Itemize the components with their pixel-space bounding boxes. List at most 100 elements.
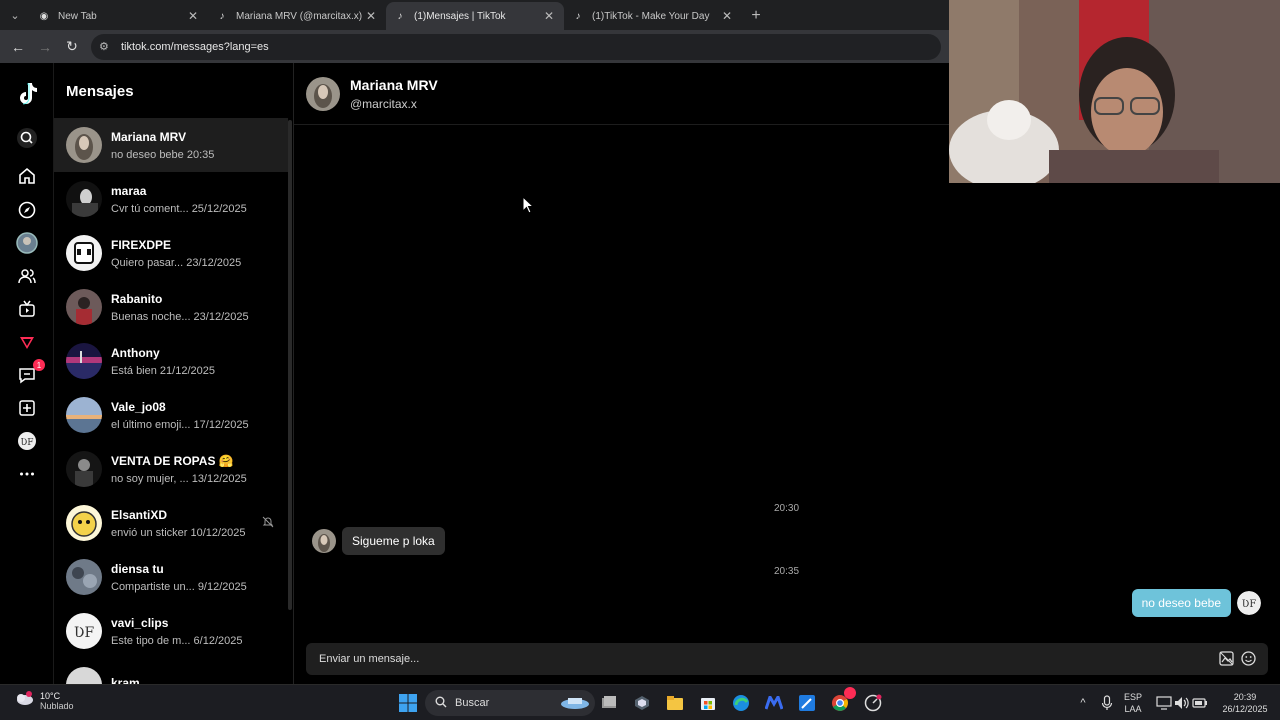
microphone-icon[interactable]: [1097, 693, 1117, 713]
avatar: ƲF: [1237, 591, 1261, 615]
explore-compass-icon[interactable]: [15, 198, 39, 222]
url-omnibox[interactable]: ⚙ tiktok.com/messages?lang=es: [91, 33, 941, 60]
chat-header-avatar[interactable]: [306, 76, 340, 111]
conversation-item-mariana[interactable]: Mariana MRV no deseo bebe 20:35: [54, 118, 288, 172]
profile-small-avatar-icon[interactable]: ƲF: [15, 429, 39, 453]
tab-title: New Tab: [58, 10, 97, 22]
profile-avatar-icon[interactable]: [15, 231, 39, 255]
live-tv-icon[interactable]: [15, 297, 39, 321]
app-hexagon-icon[interactable]: [632, 693, 652, 713]
messages-icon[interactable]: 1: [15, 359, 45, 387]
windows-start-icon[interactable]: [398, 693, 418, 713]
message-bubble[interactable]: Sigueme p loka: [342, 527, 445, 555]
tab-search-chevron-icon[interactable]: ⌄: [0, 0, 30, 30]
site-info-icon[interactable]: ⚙: [99, 40, 113, 53]
conversation-item-vale[interactable]: Vale_jo08el último emoji... 17/12/2025: [54, 388, 288, 442]
message-bubble[interactable]: no deseo bebe: [1131, 589, 1231, 617]
home-icon[interactable]: [15, 164, 39, 188]
more-dots-icon[interactable]: [15, 462, 39, 486]
tiktok-icon: ♪: [219, 10, 225, 22]
svg-text:ƲF: ƲF: [74, 625, 95, 641]
conversation-item-firexdpe[interactable]: FIREXDPE Quiero pasar... 23/12/2025: [54, 226, 288, 280]
conversation-item-elsantixd[interactable]: ElsantiXD envió un sticker 10/12/2025: [54, 496, 288, 550]
microsoft-store-icon[interactable]: [698, 693, 718, 713]
conversation-list-scrollbar[interactable]: [288, 120, 292, 610]
close-icon[interactable]: ✕: [364, 9, 378, 23]
tab-title: (1)TikTok - Make Your Day: [592, 10, 710, 22]
close-icon[interactable]: ✕: [542, 9, 556, 23]
keyboard-layout: LAA: [1124, 704, 1142, 714]
edge-browser-icon[interactable]: [731, 693, 751, 713]
svg-text:ƲF: ƲF: [1242, 599, 1257, 610]
reload-icon[interactable]: ↻: [60, 35, 84, 59]
file-explorer-icon[interactable]: [665, 693, 685, 713]
conversation-preview: el último emoji... 17/12/2025: [111, 418, 249, 431]
task-view-icon[interactable]: [599, 693, 619, 713]
conversation-item-anthony[interactable]: Anthony Está bien 21/12/2025: [54, 334, 288, 388]
tab-mensajes[interactable]: ♪ (1)Mensajes | TikTok ✕: [386, 2, 564, 30]
input-language-indicator[interactable]: ESP LAA: [1124, 691, 1142, 715]
svg-text:ƲF: ƲF: [20, 438, 33, 448]
weather-condition: Nublado: [40, 700, 74, 711]
image-attach-icon[interactable]: [1219, 651, 1234, 669]
chrome-taskbar-icon[interactable]: [830, 687, 856, 713]
avatar: [66, 667, 102, 684]
message-composer[interactable]: Enviar un mensaje...: [306, 643, 1268, 675]
conversation-name: kram: [111, 675, 140, 685]
conversation-name: VENTA DE ROPAS 🤗: [111, 453, 234, 468]
conversation-item-maraa[interactable]: maraa Cvr tú coment... 25/12/2025: [54, 172, 288, 226]
upload-plus-icon[interactable]: [15, 396, 39, 420]
search-icon[interactable]: [15, 126, 39, 150]
close-icon[interactable]: ✕: [720, 9, 734, 23]
tab-tiktok-home[interactable]: ♪ (1)TikTok - Make Your Day ✕: [564, 2, 742, 30]
battery-icon[interactable]: [1190, 693, 1210, 713]
tiktok-logo-icon[interactable]: [15, 81, 39, 105]
avatar: [66, 289, 102, 325]
avatar: [66, 559, 102, 595]
back-arrow-icon[interactable]: ←: [6, 35, 30, 59]
conversation-preview: Este tipo de m... 6/12/2025: [111, 634, 243, 647]
clock-time: 20:39: [1233, 692, 1257, 702]
emoji-icon[interactable]: [1241, 651, 1256, 669]
conversation-item-kram[interactable]: kram: [54, 658, 288, 684]
conversation-preview: Está bien 21/12/2025: [111, 364, 215, 377]
chat-contact-handle: @marcitax.x: [350, 96, 417, 111]
windows-taskbar: 10°C Nublado Buscar ^ ESP LAA 20:39 26/1…: [0, 684, 1280, 720]
search-icon: [435, 696, 447, 711]
conversation-preview: Compartiste un... 9/12/2025: [111, 580, 247, 593]
tray-chevron-up-icon[interactable]: ^: [1073, 693, 1093, 713]
chat-contact-name[interactable]: Mariana MRV: [350, 77, 438, 93]
volume-icon[interactable]: [1172, 693, 1192, 713]
avatar: [66, 127, 102, 163]
app-pen-icon[interactable]: [797, 693, 817, 713]
conversation-name: vavi_clips: [111, 615, 169, 630]
network-icon[interactable]: [1154, 693, 1174, 713]
conversation-preview: Cvr tú coment... 25/12/2025: [111, 202, 247, 215]
conversation-preview: no soy mujer, ... 13/12/2025: [111, 472, 247, 485]
weather-widget[interactable]: 10°C Nublado: [14, 690, 74, 711]
message-input-placeholder: Enviar un mensaje...: [319, 653, 420, 665]
taskbar-search-label: Buscar: [455, 697, 490, 709]
app-m-icon[interactable]: [764, 693, 784, 713]
new-tab-plus-icon[interactable]: +: [742, 2, 770, 30]
conversation-name: Mariana MRV: [111, 129, 187, 144]
conversation-item-vavi-clips[interactable]: ƲF vavi_clips Este tipo de m... 6/12/2025: [54, 604, 288, 658]
app-speedometer-icon[interactable]: [863, 693, 883, 713]
activity-triangle-icon[interactable]: [15, 331, 39, 355]
conversation-name: Anthony: [111, 345, 160, 360]
messages-heading: Mensajes: [66, 83, 134, 100]
following-users-icon[interactable]: [15, 264, 39, 288]
incoming-message: Sigueme p loka: [312, 527, 445, 555]
tab-mariana-profile[interactable]: ♪ Mariana MRV (@marcitax.x) | TikTok ✕: [208, 2, 386, 30]
conversation-item-rabanito[interactable]: Rabanito Buenas noche... 23/12/2025: [54, 280, 288, 334]
tab-new-tab[interactable]: ◉ New Tab ✕: [30, 2, 208, 30]
forward-arrow-icon[interactable]: →: [33, 35, 57, 59]
avatar: [66, 181, 102, 217]
close-icon[interactable]: ✕: [186, 9, 200, 23]
conversation-name: ElsantiXD: [111, 507, 168, 522]
conversation-item-venta-de-ropas[interactable]: VENTA DE ROPAS 🤗 no soy mujer, ... 13/12/…: [54, 442, 288, 496]
conversation-name: Vale_jo08: [111, 399, 166, 414]
chrome-icon: ◉: [39, 10, 49, 22]
clock[interactable]: 20:39 26/12/2025: [1218, 691, 1272, 715]
conversation-item-diensa-tu[interactable]: diensa tu Compartiste un... 9/12/2025: [54, 550, 288, 604]
